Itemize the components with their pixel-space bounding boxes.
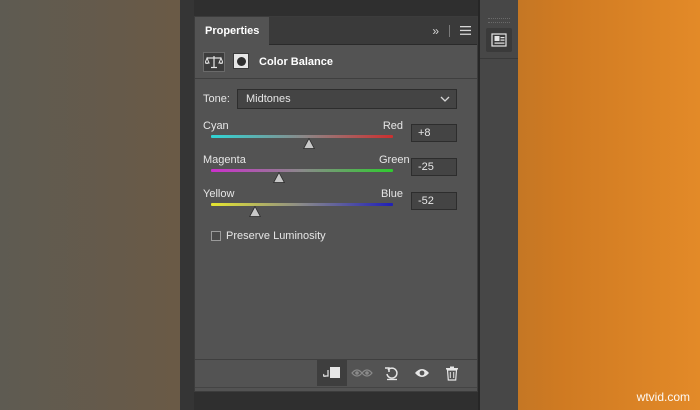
balance-scale-icon [205, 56, 223, 69]
strip-grip[interactable] [488, 18, 510, 23]
panel-menu-icon[interactable] [460, 24, 471, 38]
slider-right-label: Green [379, 154, 410, 166]
panel-resize-handle[interactable] [195, 387, 477, 391]
slider-left-label: Cyan [203, 120, 229, 132]
watermark: wtvid.com [636, 390, 690, 404]
adjustment-icon-button[interactable] [203, 52, 225, 72]
eye-icon [415, 369, 429, 377]
slider-right-label: Red [382, 120, 403, 132]
collapsed-panel-strip [480, 0, 518, 410]
slider-left-label: Magenta [203, 154, 246, 166]
preserve-luminosity-checkbox[interactable] [211, 231, 221, 241]
yellow-blue-slider: Yellow Blue -52 [203, 188, 469, 224]
clip-to-layer-icon [323, 367, 340, 378]
slider-thumb[interactable] [248, 206, 261, 217]
panel-tab-bar: Properties » [195, 17, 477, 45]
delete-button[interactable] [437, 360, 467, 386]
tone-row: Tone: Midtones [203, 89, 467, 109]
slider-left-label: Yellow [203, 188, 235, 200]
slider-track[interactable] [211, 169, 393, 172]
adjustment-header: Color Balance [195, 46, 477, 79]
tab-properties[interactable]: Properties [195, 17, 270, 45]
magenta-green-slider: Magenta Green -25 [203, 154, 469, 190]
properties-panel-icon [491, 33, 507, 47]
slider-track[interactable] [211, 203, 393, 206]
reset-button[interactable] [377, 360, 407, 386]
slider-thumb[interactable] [303, 138, 316, 149]
properties-toggle-button[interactable] [486, 28, 512, 52]
view-previous-state-button[interactable] [347, 360, 377, 386]
mask-icon [236, 56, 246, 66]
properties-panel: Properties » Color Balance Tone: Midtone… [194, 16, 478, 392]
tone-label: Tone: [203, 93, 230, 105]
collapse-icon[interactable]: » [432, 24, 439, 38]
slider-thumb[interactable] [273, 172, 286, 183]
yellow-blue-value-input[interactable]: -52 [411, 192, 457, 210]
eye-previous-icon [351, 369, 373, 377]
slider-right-label: Blue [380, 188, 403, 200]
toggle-visibility-button[interactable] [407, 360, 437, 386]
background-left [0, 0, 190, 410]
slider-track[interactable] [211, 135, 393, 138]
chevron-down-icon [440, 96, 450, 102]
reset-icon [385, 367, 398, 381]
cyan-red-slider: Cyan Red +8 [203, 120, 469, 156]
trash-icon [446, 366, 458, 381]
tone-selected-value: Midtones [246, 93, 291, 105]
clip-to-layer-button[interactable] [317, 360, 347, 386]
cyan-red-value-input[interactable]: +8 [411, 124, 457, 142]
panel-bottom-toolbar [195, 359, 477, 387]
layer-mask-button[interactable] [233, 53, 249, 69]
tone-select[interactable]: Midtones [237, 89, 457, 109]
magenta-green-value-input[interactable]: -25 [411, 158, 457, 176]
panel-dock-edge [180, 0, 194, 410]
preserve-luminosity-label: Preserve Luminosity [226, 230, 326, 242]
adjustment-title: Color Balance [259, 56, 333, 68]
